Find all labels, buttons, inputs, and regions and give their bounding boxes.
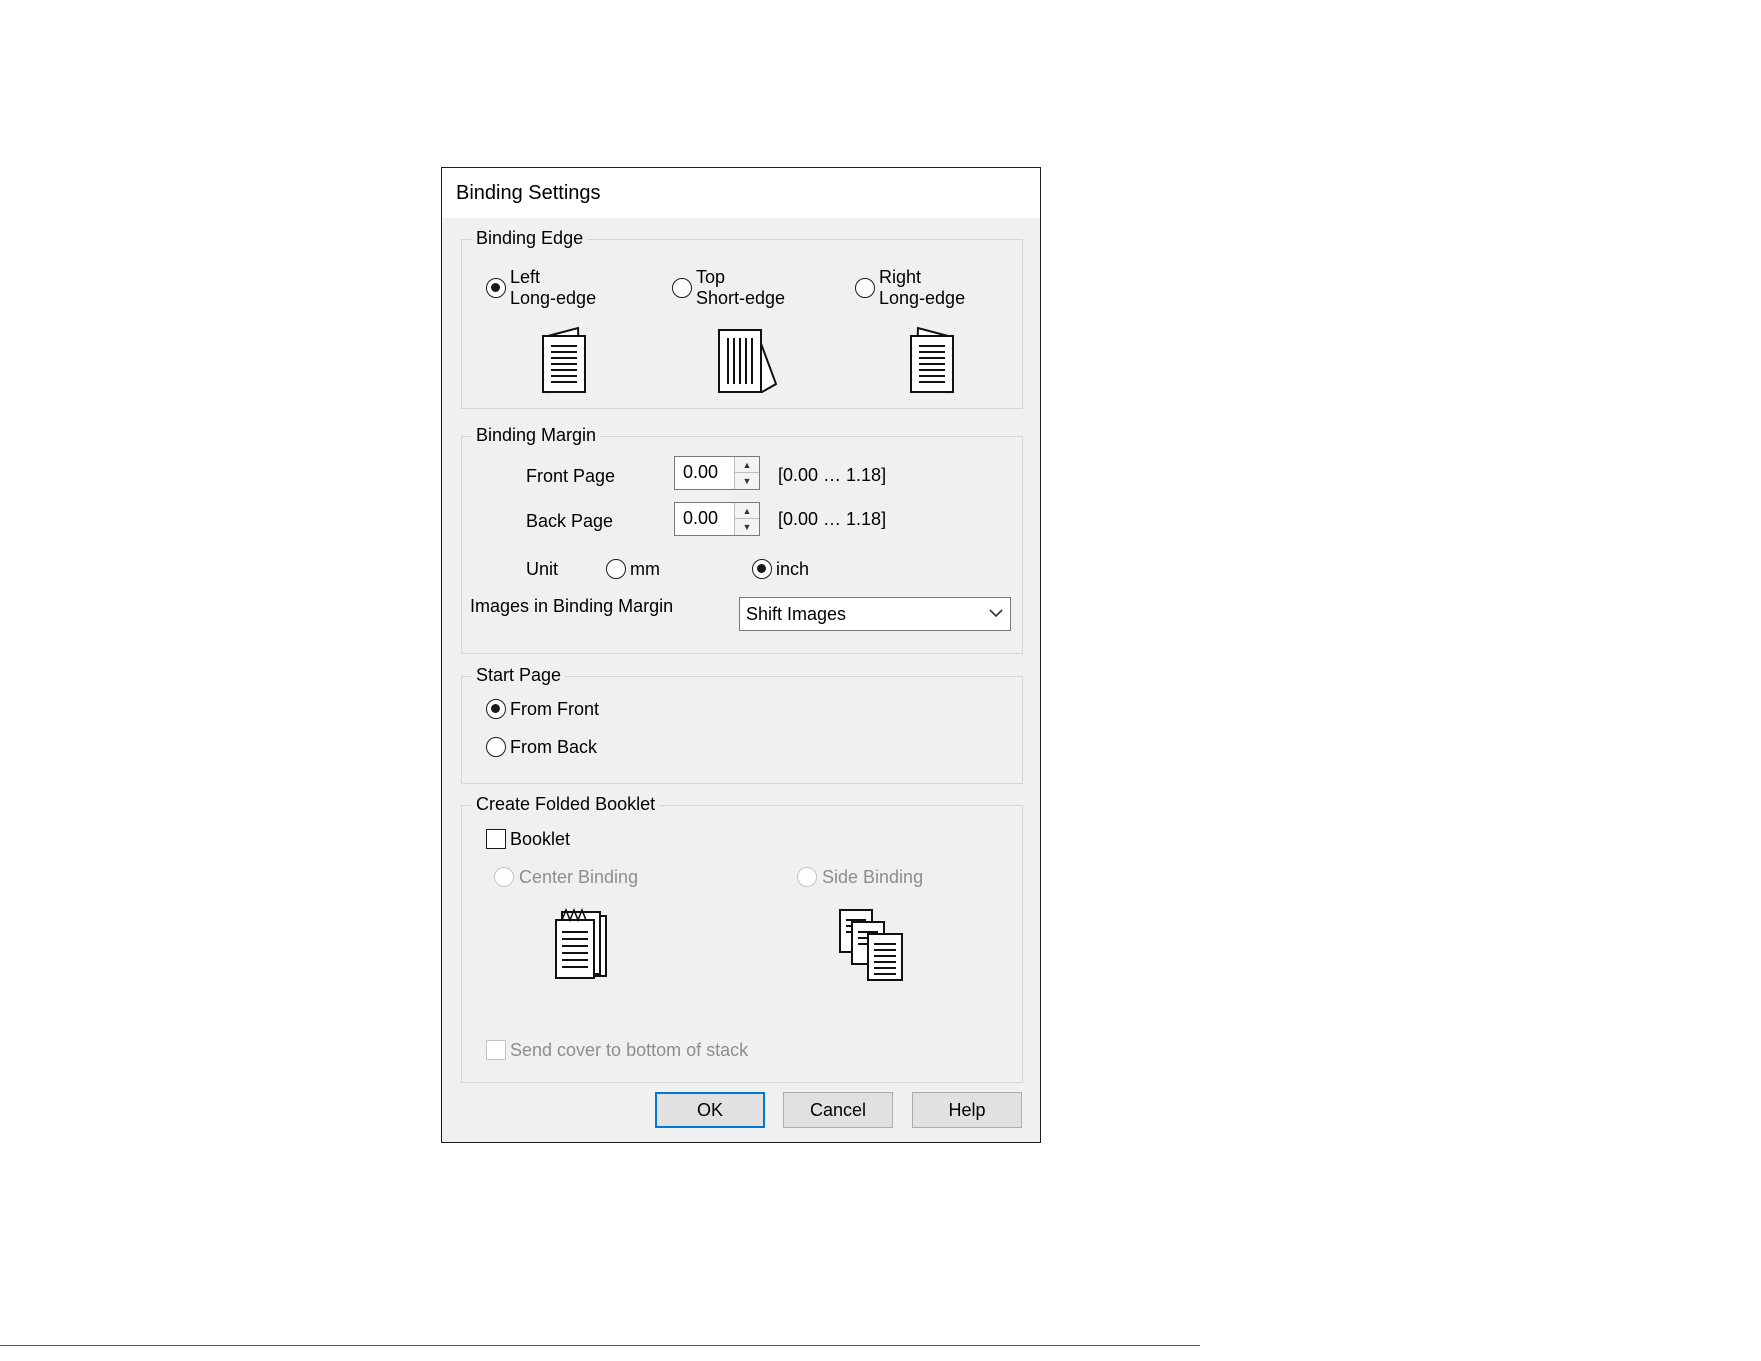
page-left-binding-icon <box>542 326 586 394</box>
unit-inch-label[interactable]: inch <box>776 558 809 580</box>
binding-margin-group: Binding Margin Front Page 0.00 ▲ ▼ [0.00… <box>461 423 1023 654</box>
side-binding-label[interactable]: Side Binding <box>822 866 923 888</box>
send-cover-checkbox[interactable] <box>486 1040 506 1060</box>
binding-edge-left-option[interactable]: Left Long-edge <box>486 266 616 312</box>
ok-button[interactable]: OK <box>655 1092 765 1128</box>
from-front-label[interactable]: From Front <box>510 698 599 720</box>
from-back-radio[interactable] <box>486 737 506 757</box>
side-binding-radio[interactable] <box>797 867 817 887</box>
front-page-spin-buttons: ▲ ▼ <box>734 457 759 489</box>
from-front-radio[interactable] <box>486 699 506 719</box>
center-binding-booklet-icon <box>555 907 607 979</box>
booklet-checkbox[interactable] <box>486 829 506 849</box>
binding-edge-top-option[interactable]: Top Short-edge <box>672 266 802 312</box>
images-in-binding-margin-select[interactable]: Shift Images <box>739 597 1011 631</box>
binding-edge-top-line1: Top <box>696 267 726 287</box>
center-binding-radio[interactable] <box>494 867 514 887</box>
start-page-group: Start Page From Front From Back <box>461 663 1023 784</box>
create-folded-booklet-legend: Create Folded Booklet <box>472 792 660 816</box>
binding-edge-right-option[interactable]: Right Long-edge <box>855 266 985 312</box>
front-page-range: [0.00 … 1.18] <box>778 465 887 485</box>
unit-inch-radio[interactable] <box>752 559 772 579</box>
page-divider-line <box>0 1345 1200 1346</box>
binding-edge-left-line2: Long-edge <box>510 288 597 308</box>
unit-label: Unit <box>526 559 559 579</box>
back-page-value: 0.00 <box>683 508 719 528</box>
back-page-label: Back Page <box>526 511 614 531</box>
back-page-range: [0.00 … 1.18] <box>778 509 887 529</box>
unit-mm-label[interactable]: mm <box>630 558 660 580</box>
center-binding-label[interactable]: Center Binding <box>519 866 638 888</box>
title-bar: Binding Settings <box>442 168 1040 218</box>
binding-edge-legend: Binding Edge <box>472 226 588 250</box>
create-folded-booklet-group: Create Folded Booklet Booklet Center Bin… <box>461 792 1023 1083</box>
binding-edge-left-radio[interactable] <box>486 278 506 298</box>
binding-margin-legend: Binding Margin <box>472 423 601 447</box>
binding-edge-right-line1: Right <box>879 267 922 287</box>
chevron-down-icon <box>989 609 1003 618</box>
front-page-decrement-icon[interactable]: ▼ <box>735 473 759 489</box>
back-page-spin-buttons: ▲ ▼ <box>734 503 759 535</box>
page-right-binding-icon <box>910 326 954 394</box>
binding-settings-dialog: Binding Settings Binding Edge Left Long-… <box>441 167 1041 1143</box>
images-in-binding-margin-label: Images in Binding Margin <box>470 596 674 616</box>
cancel-button[interactable]: Cancel <box>783 1092 893 1128</box>
binding-edge-left-line1: Left <box>510 267 541 287</box>
from-back-label[interactable]: From Back <box>510 736 597 758</box>
front-page-label: Front Page <box>526 466 616 486</box>
page-top-binding-icon <box>718 329 778 393</box>
front-page-value: 0.00 <box>683 462 719 482</box>
dialog-title: Binding Settings <box>456 182 601 204</box>
start-page-legend: Start Page <box>472 663 566 687</box>
help-button[interactable]: Help <box>912 1092 1022 1128</box>
front-page-spinner[interactable]: 0.00 ▲ ▼ <box>674 456 760 490</box>
back-page-spinner[interactable]: 0.00 ▲ ▼ <box>674 502 760 536</box>
booklet-label[interactable]: Booklet <box>510 828 570 850</box>
back-page-increment-icon[interactable]: ▲ <box>735 503 759 519</box>
images-in-binding-margin-value: Shift Images <box>746 604 847 624</box>
binding-edge-top-line2: Short-edge <box>696 288 786 308</box>
side-binding-booklet-icon <box>839 909 903 981</box>
binding-edge-right-radio[interactable] <box>855 278 875 298</box>
unit-mm-radio[interactable] <box>606 559 626 579</box>
send-cover-label[interactable]: Send cover to bottom of stack <box>510 1039 748 1061</box>
binding-edge-right-line2: Long-edge <box>879 288 966 308</box>
binding-edge-group: Binding Edge Left Long-edge Top Short-ed… <box>461 226 1023 409</box>
front-page-increment-icon[interactable]: ▲ <box>735 457 759 473</box>
binding-edge-top-radio[interactable] <box>672 278 692 298</box>
back-page-decrement-icon[interactable]: ▼ <box>735 519 759 535</box>
